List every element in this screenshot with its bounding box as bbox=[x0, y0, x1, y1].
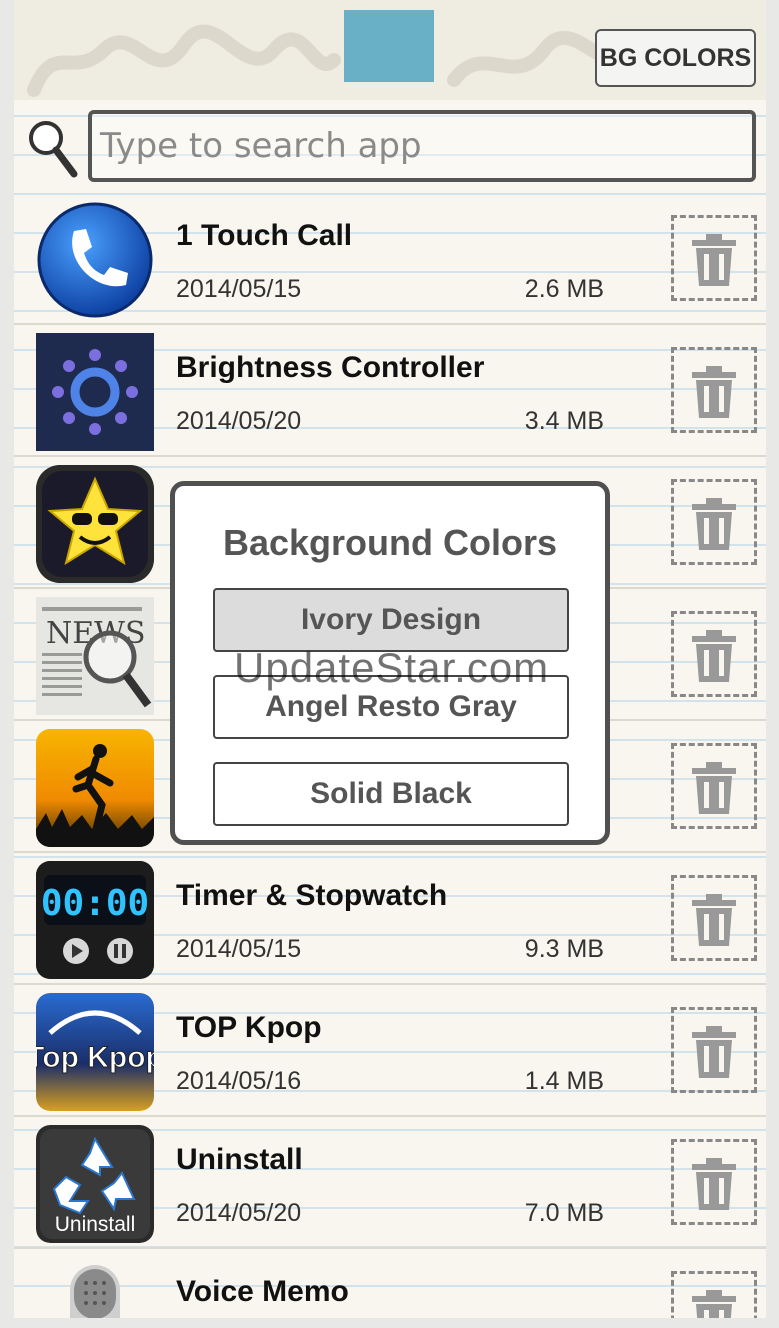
trash-icon bbox=[692, 762, 736, 814]
app-date: 2014/05/15 bbox=[176, 275, 302, 303]
trash-button[interactable] bbox=[671, 347, 757, 433]
app-name: Brightness Controller bbox=[176, 351, 485, 384]
brightness-icon bbox=[36, 333, 154, 451]
search-input[interactable]: Type to search app bbox=[88, 110, 756, 182]
trash-button[interactable] bbox=[671, 1271, 757, 1318]
search-icon bbox=[29, 121, 78, 178]
app-name: 1 Touch Call bbox=[176, 219, 353, 252]
microphone-icon bbox=[36, 1257, 154, 1318]
trash-button[interactable] bbox=[671, 215, 757, 301]
app-date: 2014/05/20 bbox=[176, 1199, 302, 1227]
app-name: Uninstall bbox=[176, 1143, 303, 1176]
timer-icon: 00:00 bbox=[36, 861, 154, 979]
runner-icon bbox=[36, 729, 154, 847]
option-solid-black[interactable]: Solid Black bbox=[213, 762, 569, 826]
star-sunglasses-icon bbox=[36, 465, 154, 583]
trash-icon bbox=[692, 234, 736, 286]
bg-colors-button[interactable]: BG COLORS bbox=[595, 29, 756, 87]
app-name: TOP Kpop bbox=[176, 1011, 322, 1044]
list-item[interactable]: Voice Memo bbox=[14, 1249, 766, 1318]
trash-button[interactable] bbox=[671, 875, 757, 961]
trash-button[interactable] bbox=[671, 479, 757, 565]
trash-icon bbox=[692, 1158, 736, 1210]
timer-icon-digits: 00:00 bbox=[41, 883, 149, 924]
trash-button[interactable] bbox=[671, 743, 757, 829]
trash-icon bbox=[692, 1026, 736, 1078]
uninstall-icon-text: Uninstall bbox=[55, 1213, 136, 1236]
app-size: 7.0 MB bbox=[524, 1199, 604, 1227]
app-size: 1.4 MB bbox=[524, 1067, 604, 1095]
trash-icon bbox=[692, 366, 736, 418]
header-band: BG COLORS bbox=[14, 0, 766, 100]
trash-icon bbox=[692, 894, 736, 946]
trash-icon bbox=[692, 1290, 736, 1318]
list-item[interactable]: 00:00 Timer & Stopwatch 2014/05/15 9.3 M… bbox=[14, 853, 766, 985]
kpop-icon-text: Top Kpop bbox=[36, 1041, 154, 1074]
dialog-title: Background Colors bbox=[222, 522, 558, 563]
list-item[interactable]: 1 Touch Call 2014/05/15 2.6 MB bbox=[14, 193, 766, 325]
watermark: UpdateStar.com bbox=[234, 644, 550, 691]
news-icon: NEWS bbox=[36, 597, 154, 715]
list-item[interactable]: Top Kpop TOP Kpop 2014/05/16 1.4 MB bbox=[14, 985, 766, 1117]
recycle-icon: Uninstall bbox=[36, 1125, 154, 1243]
trash-button[interactable] bbox=[671, 611, 757, 697]
phone-icon bbox=[36, 201, 154, 319]
list-item[interactable]: Brightness Controller 2014/05/20 3.4 MB bbox=[14, 325, 766, 457]
app-size: 3.4 MB bbox=[524, 407, 604, 435]
app-screen: BG COLORS Type to search app 1 Touch Cal… bbox=[14, 0, 766, 1318]
app-date: 2014/05/15 bbox=[176, 935, 302, 963]
app-date: 2014/05/16 bbox=[176, 1067, 302, 1095]
trash-button[interactable] bbox=[671, 1139, 757, 1225]
trash-icon bbox=[692, 498, 736, 550]
trash-icon bbox=[692, 630, 736, 682]
app-name: Voice Memo bbox=[176, 1275, 349, 1308]
list-item[interactable]: Uninstall Uninstall 2014/05/20 7.0 MB bbox=[14, 1117, 766, 1249]
app-date: 2014/05/20 bbox=[176, 407, 302, 435]
app-name: Timer & Stopwatch bbox=[176, 879, 448, 912]
app-size: 9.3 MB bbox=[524, 935, 604, 963]
trash-button[interactable] bbox=[671, 1007, 757, 1093]
kpop-icon: Top Kpop bbox=[36, 993, 154, 1111]
app-size: 2.6 MB bbox=[524, 275, 604, 303]
tape-decoration bbox=[344, 10, 434, 82]
option-ivory-design[interactable]: Ivory Design bbox=[213, 588, 569, 652]
